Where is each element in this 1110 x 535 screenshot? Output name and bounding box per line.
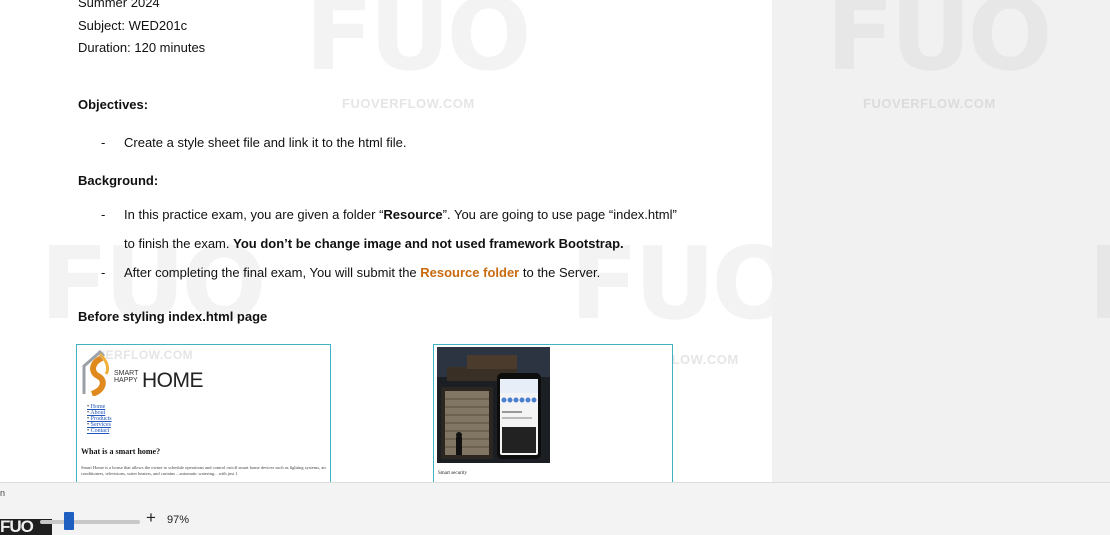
- background-item-1-line2: to finish the exam. You don’t be change …: [124, 236, 624, 251]
- zoom-in-button[interactable]: +: [146, 509, 156, 526]
- watermark-site: FUOVERFLOW.COM: [863, 96, 996, 111]
- status-corner-label: n: [0, 488, 6, 498]
- semester-text: Summer 2024: [78, 0, 160, 10]
- page-gutter: FUO FUOVERFLOW.COM FUO: [772, 0, 1110, 482]
- thumbnail-heading: What is a smart home?: [81, 447, 161, 456]
- resource-folder-highlight: Resource folder: [420, 265, 520, 280]
- watermark-site: VERFLOW.COM: [97, 348, 194, 362]
- smart-security-photo: [437, 347, 550, 463]
- watermark-site: FUOVERFLOW.COM: [342, 96, 475, 111]
- thumbnail-caption: Smart security: [438, 471, 468, 476]
- subject-text: Subject: WED201c: [78, 18, 188, 33]
- document-page: FUO FUOVERFLOW.COM FUO FUO FUOVERFLOW.CO…: [0, 0, 772, 482]
- background-item-2: After completing the final exam, You wil…: [124, 265, 601, 280]
- watermark-logo: FUO: [305, 0, 532, 93]
- bullet-dash: -: [101, 265, 106, 280]
- zoom-slider-thumb[interactable]: [64, 512, 75, 530]
- duration-text: Duration: 120 minutes: [78, 40, 206, 55]
- watermark-logo: FUO: [826, 0, 1053, 93]
- nav-link: Contact: [87, 428, 112, 434]
- logo-small-text: SMART HAPPY: [114, 370, 139, 384]
- objective-item: Create a style sheet file and link it to…: [124, 135, 407, 150]
- thumbnail-body-text: Smart Home is a house that allows the ow…: [81, 465, 326, 476]
- thumbnail-smart-security: Smart security: [433, 344, 673, 482]
- logo-home-text: HOME: [142, 369, 204, 392]
- watermark-logo: FUO: [1088, 225, 1110, 342]
- bullet-dash: -: [101, 207, 106, 222]
- status-bar: n FUO − + 97%: [0, 482, 1110, 535]
- background-heading: Background:: [78, 173, 159, 188]
- zoom-slider[interactable]: [40, 512, 140, 530]
- bullet-dash: -: [101, 135, 106, 150]
- before-styling-heading: Before styling index.html page: [78, 309, 268, 324]
- thumbnail-before-styling: SMART HAPPY HOME VERFLOW.COM Home About …: [76, 344, 331, 482]
- objectives-heading: Objectives:: [78, 97, 149, 112]
- background-item-1: In this practice exam, you are given a f…: [124, 207, 677, 222]
- zoom-level-text[interactable]: 97%: [167, 514, 189, 526]
- thumbnail-nav-list: Home About Products Services Contact: [87, 404, 112, 434]
